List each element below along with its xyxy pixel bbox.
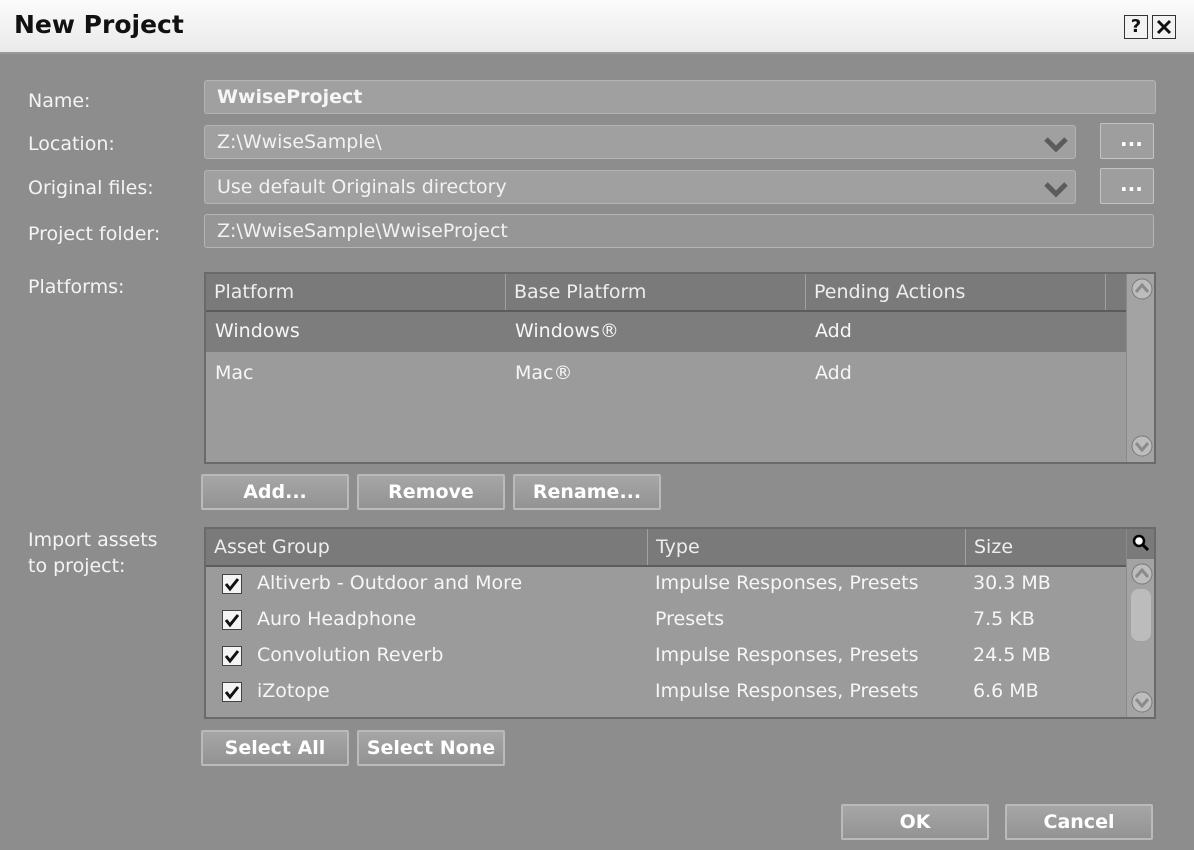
cancel-button[interactable]: Cancel	[1005, 804, 1153, 840]
asset-checkbox[interactable]	[222, 574, 242, 594]
title-bar[interactable]: New Project ?	[0, 0, 1194, 54]
platform-name: Windows	[215, 320, 300, 342]
location-combo[interactable]: Z:\WwiseSample\	[204, 125, 1076, 159]
scroll-down-icon[interactable]	[1130, 434, 1154, 458]
assets-header: Asset Group Type Size	[206, 529, 1126, 567]
asset-group-name: Altiverb - Outdoor and More	[257, 572, 523, 594]
asset-type: Impulse Responses, Presets	[655, 644, 919, 666]
name-field[interactable]: WwiseProject	[204, 80, 1156, 114]
asset-checkbox[interactable]	[222, 682, 242, 702]
asset-size: 6.6 MB	[973, 680, 1039, 702]
chevron-down-icon[interactable]	[1043, 179, 1069, 199]
pending-action: Add	[815, 362, 852, 384]
column-header-platform[interactable]: Platform	[206, 274, 506, 310]
ok-button[interactable]: OK	[841, 804, 989, 840]
location-label: Location:	[28, 133, 115, 155]
chevron-down-icon[interactable]	[1043, 134, 1069, 154]
name-label: Name:	[28, 90, 91, 112]
base-platform: Mac®	[515, 362, 573, 384]
asset-type: Impulse Responses, Presets	[655, 572, 919, 594]
add-platform-button[interactable]: Add...	[201, 474, 349, 510]
asset-size: 7.5 KB	[973, 608, 1035, 630]
dialog-body: Name: WwiseProject Location: Z:\WwiseSam…	[6, 58, 1188, 850]
asset-row[interactable]: Convolution Reverb Impulse Responses, Pr…	[206, 639, 1126, 675]
base-platform: Windows®	[515, 320, 619, 342]
asset-checkbox[interactable]	[222, 610, 242, 630]
platform-row[interactable]: Windows Windows® Add	[206, 312, 1126, 352]
originals-browse-label: ...	[1120, 172, 1143, 196]
asset-row[interactable]: iZotope Impulse Responses, Presets 6.6 M…	[206, 675, 1126, 711]
assets-scrollbar[interactable]	[1126, 529, 1154, 717]
platforms-scrollbar[interactable]	[1126, 274, 1154, 462]
platform-name: Mac	[215, 362, 254, 384]
asset-row[interactable]: Auro Headphone Presets 7.5 KB	[206, 603, 1126, 639]
checkbox-checked-icon	[224, 578, 240, 592]
close-button[interactable]	[1152, 15, 1176, 39]
scroll-up-icon[interactable]	[1130, 277, 1154, 301]
dialog-title: New Project	[14, 10, 184, 39]
column-header-pending-actions[interactable]: Pending Actions	[806, 274, 1106, 310]
project-folder-value: Z:\WwiseSample\WwiseProject	[217, 220, 508, 242]
location-browse-button[interactable]: ...	[1100, 123, 1154, 159]
select-none-button[interactable]: Select None	[357, 730, 505, 766]
asset-type: Presets	[655, 608, 725, 630]
location-browse-label: ...	[1120, 127, 1143, 151]
scroll-down-icon[interactable]	[1130, 690, 1154, 714]
search-icon	[1132, 534, 1150, 552]
help-button[interactable]: ?	[1124, 15, 1148, 39]
asset-row[interactable]: Altiverb - Outdoor and More Impulse Resp…	[206, 567, 1126, 603]
import-assets-label-2: to project:	[28, 555, 126, 577]
asset-checkbox[interactable]	[222, 646, 242, 666]
asset-size: 30.3 MB	[973, 572, 1051, 594]
originals-label: Original files:	[28, 177, 154, 199]
select-all-button[interactable]: Select All	[201, 730, 349, 766]
name-value: WwiseProject	[217, 86, 363, 108]
checkbox-checked-icon	[224, 686, 240, 700]
import-assets-label: Import assets	[28, 529, 158, 551]
checkbox-checked-icon	[224, 614, 240, 628]
asset-type: Impulse Responses, Presets	[655, 680, 919, 702]
project-folder-field: Z:\WwiseSample\WwiseProject	[204, 214, 1154, 248]
platform-row[interactable]: Mac Mac® Add	[206, 354, 1126, 394]
originals-browse-button[interactable]: ...	[1100, 168, 1154, 204]
pending-action: Add	[815, 320, 852, 342]
asset-group-name: Convolution Reverb	[257, 644, 444, 666]
asset-group-name: iZotope	[257, 680, 330, 702]
platforms-header: Platform Base Platform Pending Actions	[206, 274, 1126, 312]
originals-combo[interactable]: Use default Originals directory	[204, 170, 1076, 204]
asset-group-name: Auro Headphone	[257, 608, 417, 630]
asset-groups-list[interactable]: Asset Group Type Size Altiverb - Outdoor…	[204, 527, 1156, 719]
column-header-base-platform[interactable]: Base Platform	[506, 274, 806, 310]
platforms-label: Platforms:	[28, 276, 125, 298]
location-value: Z:\WwiseSample\	[217, 131, 382, 153]
column-header-type[interactable]: Type	[648, 529, 966, 565]
search-button[interactable]	[1127, 529, 1154, 559]
scroll-thumb[interactable]	[1131, 589, 1151, 641]
column-header-size[interactable]: Size	[966, 529, 1126, 565]
close-icon	[1156, 19, 1172, 35]
platforms-list[interactable]: Platform Base Platform Pending Actions W…	[204, 272, 1156, 464]
scroll-up-icon[interactable]	[1130, 562, 1154, 586]
asset-size: 24.5 MB	[973, 644, 1051, 666]
project-folder-label: Project folder:	[28, 223, 161, 245]
remove-platform-button[interactable]: Remove	[357, 474, 505, 510]
originals-value: Use default Originals directory	[217, 176, 507, 198]
checkbox-checked-icon	[224, 650, 240, 664]
column-header-asset-group[interactable]: Asset Group	[206, 529, 648, 565]
new-project-dialog: New Project ? Name: WwiseProject Locatio…	[0, 0, 1194, 850]
rename-platform-button[interactable]: Rename...	[513, 474, 661, 510]
